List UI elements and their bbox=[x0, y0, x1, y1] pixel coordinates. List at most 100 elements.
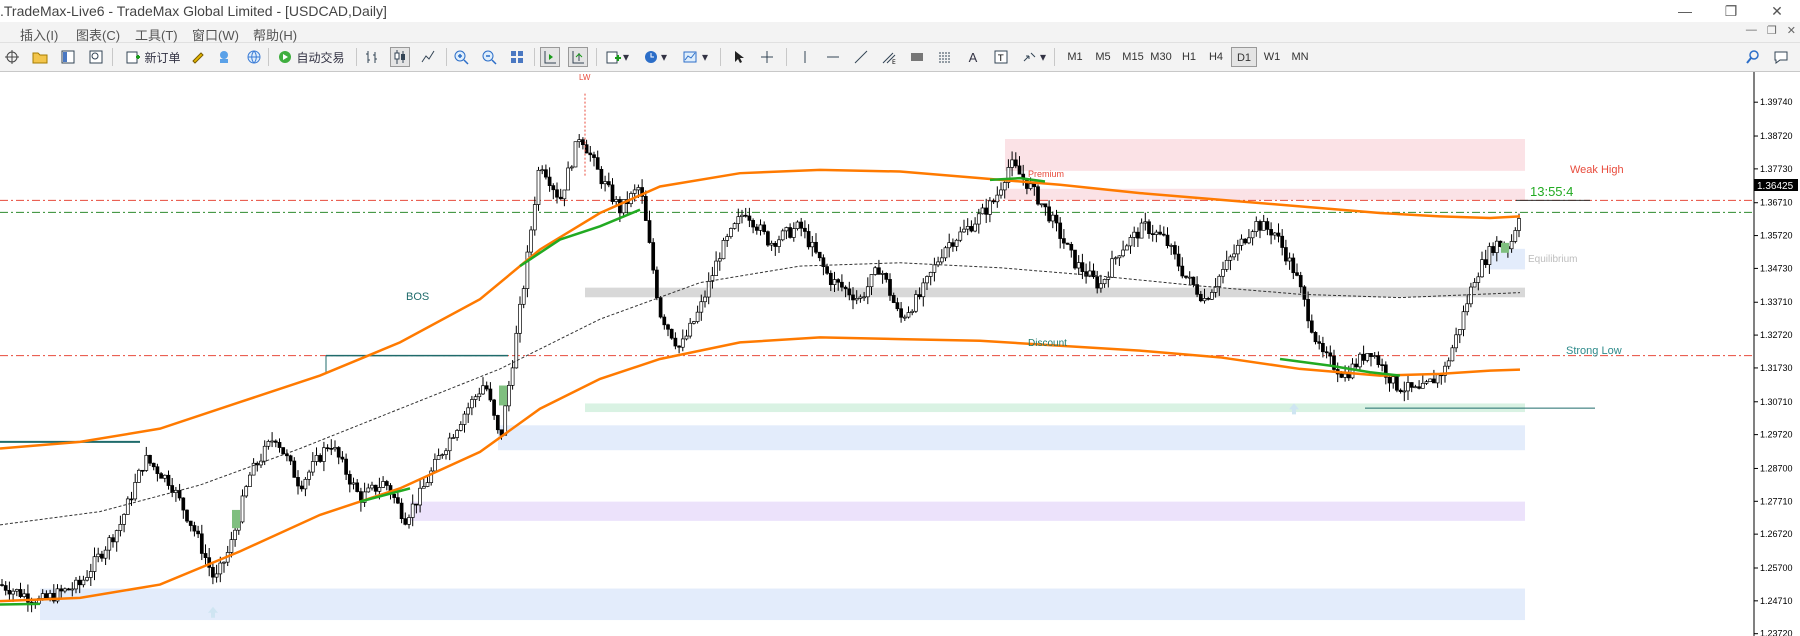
cursor-icon[interactable] bbox=[729, 47, 749, 67]
arrows-icon[interactable] bbox=[1019, 47, 1039, 67]
candle-body bbox=[921, 282, 926, 298]
candle-body bbox=[440, 454, 445, 456]
candle-body bbox=[470, 399, 474, 409]
signals-icon[interactable] bbox=[214, 47, 234, 67]
candle-body bbox=[1513, 230, 1518, 242]
indicators-dropdown-icon[interactable]: ▾ bbox=[621, 47, 631, 67]
candle-body bbox=[899, 308, 903, 318]
timeframe-m30[interactable]: M30 bbox=[1146, 47, 1176, 67]
indicators-icon[interactable] bbox=[603, 47, 623, 67]
mdi-restore-button[interactable]: ❐ bbox=[1767, 24, 1777, 37]
y-tick-label: 1.35720 bbox=[1760, 231, 1793, 241]
candle-body bbox=[214, 573, 219, 578]
candle-body bbox=[248, 474, 252, 487]
candle-body bbox=[407, 517, 411, 525]
crosshair-tool-icon[interactable] bbox=[757, 47, 777, 67]
candle-body bbox=[218, 562, 223, 575]
restore-button[interactable]: ❐ bbox=[1708, 0, 1754, 22]
market-watch-icon[interactable] bbox=[58, 47, 78, 67]
timeframe-d1[interactable]: D1 bbox=[1231, 47, 1257, 67]
zoom-out-icon[interactable] bbox=[479, 47, 499, 67]
premium-label: Premium bbox=[1028, 169, 1064, 179]
candle-body bbox=[1224, 259, 1229, 270]
candle-body bbox=[1221, 269, 1225, 277]
menu-help[interactable]: 帮助(H) bbox=[253, 25, 297, 44]
tile-icon[interactable] bbox=[507, 47, 527, 67]
periods-icon[interactable] bbox=[641, 47, 661, 67]
chat-icon[interactable] bbox=[1772, 47, 1792, 67]
y-tick-label: 1.25700 bbox=[1760, 563, 1793, 573]
candle-body bbox=[799, 221, 804, 229]
trendline-icon[interactable] bbox=[851, 47, 871, 67]
timeframe-h1[interactable]: H1 bbox=[1176, 47, 1202, 67]
folder-icon[interactable] bbox=[30, 47, 50, 67]
candle-body bbox=[965, 226, 970, 230]
candle-body bbox=[336, 447, 341, 458]
channel-icon[interactable] bbox=[935, 47, 955, 67]
candle-body bbox=[573, 141, 578, 168]
text-icon[interactable]: A bbox=[963, 47, 983, 67]
minimize-button[interactable]: — bbox=[1662, 0, 1708, 22]
zoom-in-icon[interactable] bbox=[451, 47, 471, 67]
candle-body bbox=[444, 450, 448, 455]
line-chart-icon[interactable] bbox=[418, 47, 438, 67]
candle-body bbox=[1136, 231, 1140, 239]
timeframe-m15[interactable]: M15 bbox=[1118, 47, 1148, 67]
candle-body bbox=[884, 273, 889, 280]
close-button[interactable]: ✕ bbox=[1754, 0, 1800, 22]
label-icon[interactable]: T bbox=[991, 47, 1011, 67]
menu-insert[interactable]: 插入(I) bbox=[20, 25, 58, 44]
candle-body bbox=[521, 288, 526, 305]
globe-icon[interactable] bbox=[244, 47, 264, 67]
timeframe-m5[interactable]: M5 bbox=[1090, 47, 1116, 67]
timeframe-h4[interactable]: H4 bbox=[1203, 47, 1229, 67]
metaeditor-icon[interactable] bbox=[188, 47, 208, 67]
auto-trading-button[interactable]: 自动交易 bbox=[272, 47, 350, 67]
candle-body bbox=[277, 442, 282, 448]
candle-body bbox=[544, 169, 548, 178]
fibonacci-icon[interactable]: E bbox=[879, 47, 899, 67]
candle-body bbox=[1232, 253, 1236, 258]
price-chart[interactable]: 1.39740 1.38720 1.37730 1.36710 1.35720 1.347… bbox=[0, 72, 1800, 636]
candle-body bbox=[684, 335, 689, 340]
periods-dropdown-icon[interactable]: ▾ bbox=[659, 47, 669, 67]
rectangle-icon[interactable] bbox=[907, 47, 927, 67]
vertical-line-icon[interactable] bbox=[795, 47, 815, 67]
candle-body bbox=[1302, 286, 1307, 300]
menu-window[interactable]: 窗口(W) bbox=[192, 25, 239, 44]
timeframe-w1[interactable]: W1 bbox=[1259, 47, 1285, 67]
candle-body bbox=[1173, 245, 1177, 255]
candle-body bbox=[902, 316, 907, 319]
candle-body bbox=[655, 269, 659, 299]
templates-icon[interactable] bbox=[680, 47, 700, 67]
chart-shift-icon[interactable] bbox=[540, 47, 560, 67]
timeframe-mn[interactable]: MN bbox=[1287, 47, 1313, 67]
autoscroll-icon[interactable] bbox=[568, 47, 588, 67]
candlestick-icon[interactable] bbox=[390, 47, 410, 67]
menu-charts[interactable]: 图表(C) bbox=[76, 25, 120, 44]
bar-chart-icon[interactable] bbox=[362, 47, 382, 67]
timeframe-m1[interactable]: M1 bbox=[1062, 47, 1088, 67]
new-order-button[interactable]: 新订单 bbox=[122, 47, 184, 67]
search-icon[interactable] bbox=[1743, 47, 1763, 67]
mdi-close-button[interactable]: ✕ bbox=[1787, 24, 1796, 37]
candle-body bbox=[1121, 249, 1125, 257]
y-tick-label: 1.37730 bbox=[1760, 164, 1793, 174]
horizontal-line-icon[interactable] bbox=[823, 47, 843, 67]
arrows-dropdown-icon[interactable]: ▾ bbox=[1038, 47, 1048, 67]
navigator-icon[interactable] bbox=[86, 47, 106, 67]
mdi-minimize-button[interactable]: — bbox=[1746, 24, 1757, 37]
menu-tools[interactable]: 工具(T) bbox=[135, 25, 178, 44]
candle-body bbox=[895, 302, 900, 310]
candle-body bbox=[803, 227, 807, 232]
candle-body bbox=[810, 241, 815, 248]
candle-body bbox=[1013, 159, 1018, 167]
candle-body bbox=[1339, 373, 1344, 378]
candle-body bbox=[873, 267, 878, 275]
lower-band-highlight-left bbox=[0, 602, 41, 606]
candle-body bbox=[48, 593, 52, 599]
crosshair-icon[interactable] bbox=[2, 47, 22, 67]
candle-body bbox=[351, 482, 356, 485]
templates-dropdown-icon[interactable]: ▾ bbox=[700, 47, 710, 67]
y-tick-label: 1.27710 bbox=[1760, 496, 1793, 506]
